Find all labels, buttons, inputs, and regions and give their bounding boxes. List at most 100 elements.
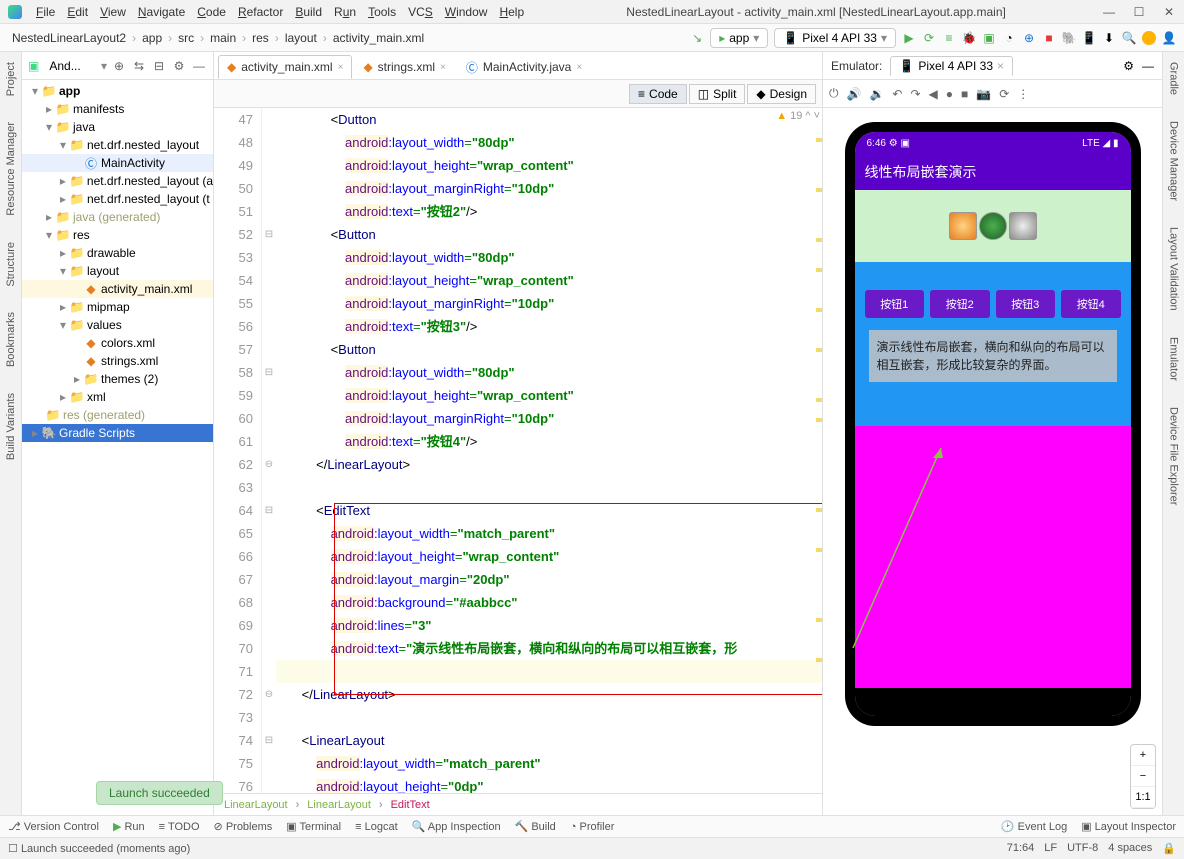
- menu-help[interactable]: Help: [493, 5, 530, 19]
- overview-icon[interactable]: ■: [961, 87, 968, 101]
- rotate-right-icon[interactable]: ↷: [910, 87, 920, 101]
- make-project-icon[interactable]: ↘: [690, 31, 704, 45]
- bc-edittext[interactable]: EditText: [387, 799, 434, 811]
- menu-window[interactable]: Window: [439, 5, 494, 19]
- hide-icon[interactable]: —: [1142, 59, 1154, 73]
- home-icon[interactable]: ●: [946, 87, 953, 101]
- phone-btn3[interactable]: 按钮3: [996, 290, 1056, 318]
- project-view-dropdown[interactable]: And...: [43, 57, 97, 75]
- code-editor[interactable]: 4748495051525354555657585960616263646566…: [214, 108, 822, 793]
- phone-screen[interactable]: 6:46 ⚙ ▣ LTE ◢ ▮ 线性布局嵌套演示 按钮1 按钮2 按钮3: [855, 132, 1131, 716]
- emulator-tab[interactable]: 📱 Pixel 4 API 33 ×: [890, 56, 1013, 76]
- status-encoding[interactable]: UTF-8: [1067, 842, 1098, 855]
- crumb-main[interactable]: main: [206, 31, 240, 45]
- target-icon[interactable]: ⊕: [111, 58, 127, 74]
- mode-code[interactable]: ≡ Code: [629, 84, 687, 104]
- tool-bookmarks[interactable]: Bookmarks: [5, 306, 17, 373]
- crumb-res[interactable]: res: [248, 31, 273, 45]
- crumb-project[interactable]: NestedLinearLayout2: [8, 31, 130, 45]
- bc-linearlayout-1[interactable]: LinearLayout: [220, 799, 292, 811]
- close-icon[interactable]: ×: [338, 62, 344, 73]
- tool-layout-inspector[interactable]: ▣ Layout Inspector: [1081, 820, 1176, 833]
- tool-gradle[interactable]: Gradle: [1168, 56, 1180, 101]
- tool-profiler[interactable]: ◔ Profiler: [570, 821, 615, 833]
- tool-project[interactable]: Project: [5, 56, 17, 102]
- menu-edit[interactable]: Edit: [61, 5, 94, 19]
- tool-event-log[interactable]: 🕑 Event Log: [1001, 820, 1067, 833]
- more-icon[interactable]: ⋮: [1017, 87, 1029, 101]
- gear-icon[interactable]: ⚙: [1123, 59, 1134, 73]
- menu-code[interactable]: Code: [191, 5, 232, 19]
- coverage-icon[interactable]: ▣: [982, 31, 996, 45]
- account-icon[interactable]: 👤: [1162, 31, 1176, 45]
- status-lineending[interactable]: LF: [1044, 842, 1057, 855]
- tree-javagen[interactable]: java (generated): [73, 210, 160, 224]
- mode-split[interactable]: ◫ Split: [689, 84, 746, 104]
- reload-icon[interactable]: ⟳: [999, 87, 1009, 101]
- crumb-layout[interactable]: layout: [281, 31, 321, 45]
- crumb-app[interactable]: app: [138, 31, 166, 45]
- tool-logcat[interactable]: ≡ Logcat: [355, 821, 398, 833]
- avd-icon[interactable]: 📱: [1082, 31, 1096, 45]
- zoom-in[interactable]: +: [1131, 745, 1155, 766]
- volume-up-icon[interactable]: 🔊: [847, 87, 862, 101]
- tool-app-inspection[interactable]: 🔍 App Inspection: [412, 820, 501, 833]
- tree-xml[interactable]: xml: [87, 390, 106, 404]
- project-tree[interactable]: ▾📁app ▸📁manifests ▾📁java ▾📁net.drf.neste…: [22, 80, 213, 815]
- phone-btn2[interactable]: 按钮2: [930, 290, 990, 318]
- tree-values[interactable]: values: [87, 318, 122, 332]
- tree-layout[interactable]: layout: [87, 264, 119, 278]
- phone-btn1[interactable]: 按钮1: [865, 290, 925, 318]
- run-icon[interactable]: ▶: [902, 31, 916, 45]
- run-config-dropdown[interactable]: ▸app▾: [710, 28, 768, 48]
- tool-problems[interactable]: ⊘ Problems: [214, 820, 273, 833]
- menu-run[interactable]: Run: [328, 5, 362, 19]
- status-indent[interactable]: 4 spaces: [1108, 842, 1152, 855]
- minimize-icon[interactable]: —: [1102, 5, 1116, 19]
- tree-pkg2[interactable]: net.drf.nested_layout (a: [87, 174, 213, 188]
- tab-mainactivity[interactable]: ⒸMainActivity.java×: [457, 55, 591, 79]
- search-icon[interactable]: 🔍: [1122, 31, 1136, 45]
- tree-app[interactable]: app: [59, 84, 80, 98]
- menu-navigate[interactable]: Navigate: [132, 5, 191, 19]
- notifications-icon[interactable]: [1142, 31, 1156, 45]
- zoom-fit[interactable]: 1:1: [1131, 787, 1155, 808]
- gear-icon[interactable]: ⚙: [171, 58, 187, 74]
- tree-themes[interactable]: themes (2): [101, 372, 158, 386]
- stop-icon[interactable]: ■: [1042, 31, 1056, 45]
- crumb-src[interactable]: src: [174, 31, 198, 45]
- tool-emulator[interactable]: Emulator: [1168, 331, 1180, 387]
- back-icon[interactable]: ◀: [929, 87, 938, 101]
- profiler-icon[interactable]: ◔: [1002, 31, 1016, 45]
- tool-todo[interactable]: ≡ TODO: [159, 821, 200, 833]
- tool-build[interactable]: 🔨 Build: [515, 820, 556, 833]
- expand-icon[interactable]: ⇆: [131, 58, 147, 74]
- tool-build-variants[interactable]: Build Variants: [5, 387, 17, 466]
- close-icon[interactable]: ×: [440, 62, 446, 73]
- status-lock-icon[interactable]: 🔒: [1162, 842, 1176, 855]
- tree-manifests[interactable]: manifests: [73, 102, 124, 116]
- tool-run[interactable]: ▶ Run: [113, 820, 145, 833]
- apply-changes-icon[interactable]: ⟳: [922, 31, 936, 45]
- tool-device-file-explorer[interactable]: Device File Explorer: [1168, 401, 1180, 511]
- tool-terminal[interactable]: ▣ Terminal: [286, 820, 341, 833]
- tree-strings[interactable]: strings.xml: [101, 354, 158, 368]
- tree-gradle[interactable]: Gradle Scripts: [59, 426, 135, 440]
- debug-icon[interactable]: 🐞: [962, 31, 976, 45]
- menu-view[interactable]: View: [94, 5, 132, 19]
- tree-res[interactable]: res: [73, 228, 90, 242]
- close-icon[interactable]: ×: [576, 62, 582, 73]
- tree-pkg3[interactable]: net.drf.nested_layout (t: [87, 192, 210, 206]
- mode-design[interactable]: ◆ Design: [747, 84, 816, 104]
- maximize-icon[interactable]: ☐: [1132, 5, 1146, 19]
- menu-build[interactable]: Build: [289, 5, 328, 19]
- screenshot-icon[interactable]: 📷: [976, 87, 991, 101]
- collapse-icon[interactable]: ⊟: [151, 58, 167, 74]
- tree-colors[interactable]: colors.xml: [101, 336, 155, 350]
- bc-linearlayout-2[interactable]: LinearLayout: [303, 799, 375, 811]
- tool-structure[interactable]: Structure: [5, 236, 17, 293]
- attach-debugger-icon[interactable]: ⊕: [1022, 31, 1036, 45]
- tree-drawable[interactable]: drawable: [87, 246, 136, 260]
- tree-java[interactable]: java: [73, 120, 95, 134]
- menu-tools[interactable]: Tools: [362, 5, 402, 19]
